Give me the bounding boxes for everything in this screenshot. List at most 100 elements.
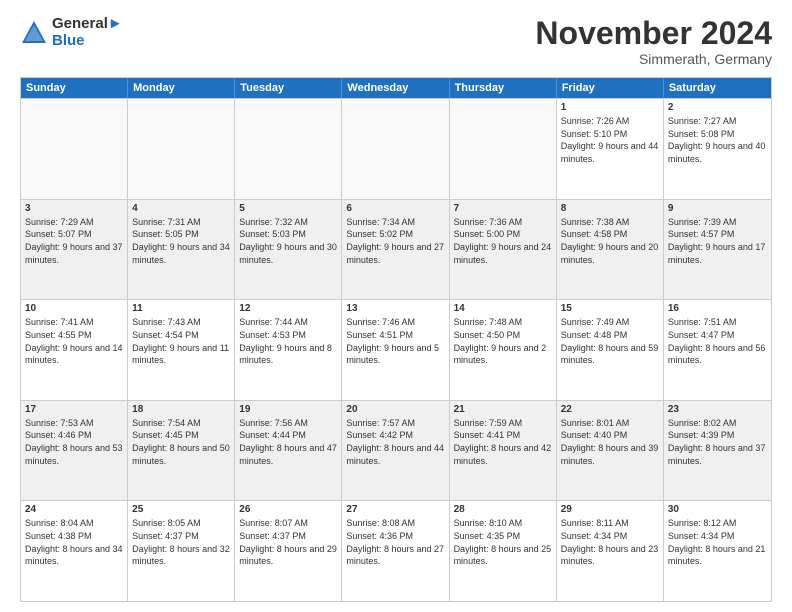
- day-number: 6: [346, 203, 444, 214]
- cal-cell: 10 Sunrise: 7:41 AM Sunset: 4:55 PM Dayli…: [21, 300, 128, 400]
- title-block: November 2024 Simmerath, Germany: [535, 16, 772, 67]
- cal-cell: 9 Sunrise: 7:39 AM Sunset: 4:57 PM Daylig…: [664, 200, 771, 300]
- cal-cell: [128, 99, 235, 199]
- cell-info: Sunrise: 8:02 AM Sunset: 4:39 PM Dayligh…: [668, 417, 767, 467]
- cal-cell: 3Sunrise: 7:29 AM Sunset: 5:07 PM Daylig…: [21, 200, 128, 300]
- cell-info: Sunrise: 7:32 AM Sunset: 5:03 PM Dayligh…: [239, 216, 337, 266]
- cal-cell: 8Sunrise: 7:38 AM Sunset: 4:58 PM Daylig…: [557, 200, 664, 300]
- day-number: 23: [668, 404, 767, 415]
- day-number: 11: [132, 303, 230, 314]
- cell-info: Sunrise: 7:34 AM Sunset: 5:02 PM Dayligh…: [346, 216, 444, 266]
- cell-info: Sunrise: 7:39 AM Sunset: 4:57 PM Dayligh…: [668, 216, 767, 266]
- cal-header-tuesday: Tuesday: [235, 78, 342, 98]
- cell-info: Sunrise: 7:53 AM Sunset: 4:46 PM Dayligh…: [25, 417, 123, 467]
- cell-info: Sunrise: 8:12 AM Sunset: 4:34 PM Dayligh…: [668, 517, 767, 567]
- cal-cell: 16 Sunrise: 7:51 AM Sunset: 4:47 PM Dayli…: [664, 300, 771, 400]
- cal-cell: 28 Sunrise: 8:10 AM Sunset: 4:35 PM Dayli…: [450, 501, 557, 601]
- cell-info: Sunrise: 8:05 AM Sunset: 4:37 PM Dayligh…: [132, 517, 230, 567]
- cell-info: Sunrise: 7:38 AM Sunset: 4:58 PM Dayligh…: [561, 216, 659, 266]
- day-number: 16: [668, 303, 767, 314]
- day-number: 18: [132, 404, 230, 415]
- cal-cell: 12 Sunrise: 7:44 AM Sunset: 4:53 PM Dayli…: [235, 300, 342, 400]
- cal-cell: 19Sunrise: 7:56 AM Sunset: 4:44 PM Dayli…: [235, 401, 342, 501]
- day-number: 30: [668, 504, 767, 515]
- cal-cell: 5 Sunrise: 7:32 AM Sunset: 5:03 PM Daylig…: [235, 200, 342, 300]
- day-number: 15: [561, 303, 659, 314]
- calendar-header: SundayMondayTuesdayWednesdayThursdayFrid…: [21, 78, 771, 98]
- cal-cell: 11Sunrise: 7:43 AM Sunset: 4:54 PM Dayli…: [128, 300, 235, 400]
- day-number: 9: [668, 203, 767, 214]
- cal-cell: 4 Sunrise: 7:31 AM Sunset: 5:05 PM Daylig…: [128, 200, 235, 300]
- cal-cell: [342, 99, 449, 199]
- cell-info: Sunrise: 8:04 AM Sunset: 4:38 PM Dayligh…: [25, 517, 123, 567]
- cal-cell: 2Sunrise: 7:27 AM Sunset: 5:08 PM Daylig…: [664, 99, 771, 199]
- cell-info: Sunrise: 7:46 AM Sunset: 4:51 PM Dayligh…: [346, 316, 444, 366]
- day-number: 26: [239, 504, 337, 515]
- cal-week-4: 17 Sunrise: 7:53 AM Sunset: 4:46 PM Dayli…: [21, 400, 771, 501]
- cell-info: Sunrise: 8:11 AM Sunset: 4:34 PM Dayligh…: [561, 517, 659, 567]
- cell-info: Sunrise: 7:57 AM Sunset: 4:42 PM Dayligh…: [346, 417, 444, 467]
- cal-cell: [450, 99, 557, 199]
- day-number: 21: [454, 404, 552, 415]
- cell-info: Sunrise: 7:26 AM Sunset: 5:10 PM Dayligh…: [561, 115, 659, 165]
- cell-info: Sunrise: 7:29 AM Sunset: 5:07 PM Dayligh…: [25, 216, 123, 266]
- cell-info: Sunrise: 8:01 AM Sunset: 4:40 PM Dayligh…: [561, 417, 659, 467]
- cal-cell: 30 Sunrise: 8:12 AM Sunset: 4:34 PM Dayli…: [664, 501, 771, 601]
- cal-header-sunday: Sunday: [21, 78, 128, 98]
- cal-cell: 7 Sunrise: 7:36 AM Sunset: 5:00 PM Daylig…: [450, 200, 557, 300]
- cal-cell: 25Sunrise: 8:05 AM Sunset: 4:37 PM Dayli…: [128, 501, 235, 601]
- cal-cell: 1 Sunrise: 7:26 AM Sunset: 5:10 PM Daylig…: [557, 99, 664, 199]
- day-number: 1: [561, 102, 659, 113]
- day-number: 20: [346, 404, 444, 415]
- day-number: 14: [454, 303, 552, 314]
- cal-cell: 14Sunrise: 7:48 AM Sunset: 4:50 PM Dayli…: [450, 300, 557, 400]
- day-number: 22: [561, 404, 659, 415]
- cal-cell: 26 Sunrise: 8:07 AM Sunset: 4:37 PM Dayli…: [235, 501, 342, 601]
- cal-week-3: 10 Sunrise: 7:41 AM Sunset: 4:55 PM Dayli…: [21, 299, 771, 400]
- day-number: 27: [346, 504, 444, 515]
- cell-info: Sunrise: 7:51 AM Sunset: 4:47 PM Dayligh…: [668, 316, 767, 366]
- page: General► Blue November 2024 Simmerath, G…: [0, 0, 792, 612]
- cal-cell: 18Sunrise: 7:54 AM Sunset: 4:45 PM Dayli…: [128, 401, 235, 501]
- cell-info: Sunrise: 8:07 AM Sunset: 4:37 PM Dayligh…: [239, 517, 337, 567]
- day-number: 2: [668, 102, 767, 113]
- cal-week-2: 3Sunrise: 7:29 AM Sunset: 5:07 PM Daylig…: [21, 199, 771, 300]
- day-number: 13: [346, 303, 444, 314]
- cal-cell: 13 Sunrise: 7:46 AM Sunset: 4:51 PM Dayli…: [342, 300, 449, 400]
- day-number: 28: [454, 504, 552, 515]
- cal-cell: 21 Sunrise: 7:59 AM Sunset: 4:41 PM Dayli…: [450, 401, 557, 501]
- calendar-body: 1 Sunrise: 7:26 AM Sunset: 5:10 PM Daylig…: [21, 98, 771, 601]
- cal-cell: 22 Sunrise: 8:01 AM Sunset: 4:40 PM Dayli…: [557, 401, 664, 501]
- cell-info: Sunrise: 7:36 AM Sunset: 5:00 PM Dayligh…: [454, 216, 552, 266]
- header: General► Blue November 2024 Simmerath, G…: [20, 16, 772, 67]
- main-title: November 2024: [535, 16, 772, 51]
- cal-cell: 6 Sunrise: 7:34 AM Sunset: 5:02 PM Daylig…: [342, 200, 449, 300]
- day-number: 17: [25, 404, 123, 415]
- cal-header-wednesday: Wednesday: [342, 78, 449, 98]
- cal-cell: 29Sunrise: 8:11 AM Sunset: 4:34 PM Dayli…: [557, 501, 664, 601]
- cal-cell: 15 Sunrise: 7:49 AM Sunset: 4:48 PM Dayli…: [557, 300, 664, 400]
- cell-info: Sunrise: 7:31 AM Sunset: 5:05 PM Dayligh…: [132, 216, 230, 266]
- cal-cell: 20 Sunrise: 7:57 AM Sunset: 4:42 PM Dayli…: [342, 401, 449, 501]
- cal-cell: 23 Sunrise: 8:02 AM Sunset: 4:39 PM Dayli…: [664, 401, 771, 501]
- cell-info: Sunrise: 8:08 AM Sunset: 4:36 PM Dayligh…: [346, 517, 444, 567]
- cal-header-saturday: Saturday: [664, 78, 771, 98]
- cal-header-friday: Friday: [557, 78, 664, 98]
- day-number: 10: [25, 303, 123, 314]
- day-number: 19: [239, 404, 337, 415]
- cell-info: Sunrise: 8:10 AM Sunset: 4:35 PM Dayligh…: [454, 517, 552, 567]
- cell-info: Sunrise: 7:49 AM Sunset: 4:48 PM Dayligh…: [561, 316, 659, 366]
- calendar: SundayMondayTuesdayWednesdayThursdayFrid…: [20, 77, 772, 602]
- cal-cell: 27 Sunrise: 8:08 AM Sunset: 4:36 PM Dayli…: [342, 501, 449, 601]
- day-number: 12: [239, 303, 337, 314]
- day-number: 7: [454, 203, 552, 214]
- subtitle: Simmerath, Germany: [535, 51, 772, 67]
- cell-info: Sunrise: 7:44 AM Sunset: 4:53 PM Dayligh…: [239, 316, 337, 366]
- day-number: 5: [239, 203, 337, 214]
- cal-cell: 24 Sunrise: 8:04 AM Sunset: 4:38 PM Dayli…: [21, 501, 128, 601]
- logo: General► Blue: [20, 16, 123, 49]
- cell-info: Sunrise: 7:59 AM Sunset: 4:41 PM Dayligh…: [454, 417, 552, 467]
- cell-info: Sunrise: 7:41 AM Sunset: 4:55 PM Dayligh…: [25, 316, 123, 366]
- day-number: 4: [132, 203, 230, 214]
- day-number: 24: [25, 504, 123, 515]
